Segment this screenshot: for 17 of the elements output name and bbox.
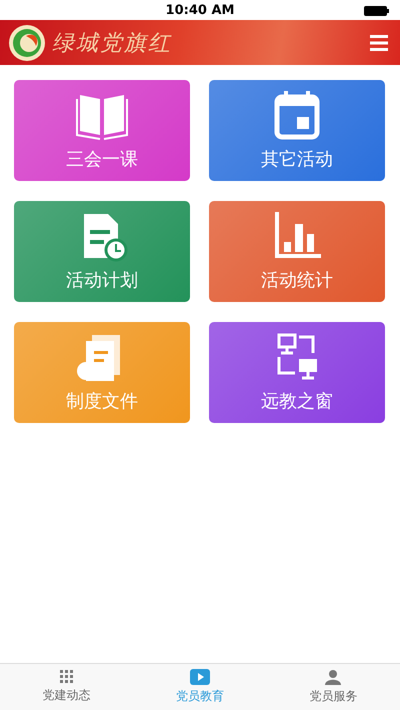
- tab[interactable]: 党员教育: [133, 664, 267, 710]
- battery-icon: [364, 6, 390, 16]
- status-time: 10:40 AM: [166, 2, 234, 18]
- logo-icon: [8, 24, 46, 62]
- app-title: 绿城党旗红: [52, 30, 173, 58]
- tab[interactable]: 党员服务: [266, 664, 400, 710]
- grid-icon: [60, 670, 74, 684]
- feature-tile[interactable]: 三会一课: [14, 80, 190, 181]
- menu-button[interactable]: [370, 34, 388, 50]
- feature-tile[interactable]: 活动计划: [14, 201, 190, 302]
- feature-tile[interactable]: 其它活动: [209, 80, 385, 181]
- feature-tile[interactable]: 活动统计: [209, 201, 385, 302]
- tab[interactable]: 党建动态: [0, 664, 134, 710]
- feature-tile[interactable]: 远教之窗: [209, 322, 385, 423]
- feature-tile[interactable]: 制度文件: [14, 322, 190, 423]
- play-icon: [190, 669, 210, 685]
- person-icon: [324, 669, 342, 685]
